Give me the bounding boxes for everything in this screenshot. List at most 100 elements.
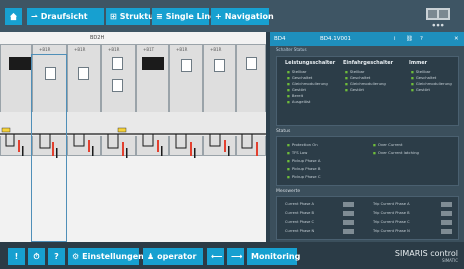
help-button[interactable]: ? [48, 248, 65, 265]
panel-device-name: BD4.1V001 [320, 36, 352, 42]
draufsicht-label: Draufsicht [40, 12, 88, 21]
measurements-block: Current Phase A Current Phase B Current … [276, 196, 459, 240]
measurement-label: Trip Current Phase B [373, 211, 410, 215]
measurement-row: Current Phase A [285, 202, 365, 208]
struktur-button[interactable]: ⊞ Struktur [106, 8, 158, 25]
panel-device-id: BD4 [274, 36, 286, 42]
status-title: Status [276, 129, 291, 134]
alarm-button[interactable]: ! [8, 248, 25, 265]
section-label: +B1R [108, 47, 120, 52]
operator-label: operator [157, 252, 197, 261]
col2-title: Einfahrgeschalter [343, 60, 394, 66]
measurement-value [441, 220, 452, 225]
col3-item: Gleichmodulierung [411, 81, 452, 86]
section-label: +B1T [143, 47, 155, 52]
single-line-label: Single Line [165, 12, 216, 21]
measurement-label: Trip Current Phase N [373, 229, 410, 233]
brand-sub: SIMATIC [441, 258, 458, 263]
measurement-label: Current Phase B [285, 211, 314, 215]
status-item: Protection On [287, 142, 318, 147]
navigation-button[interactable]: + Navigation [211, 8, 274, 25]
draufsicht-button[interactable]: ⇀ Draufsicht [27, 8, 104, 25]
measurement-row: Current Phase N [285, 229, 365, 235]
col1-item: Gestört [287, 87, 306, 92]
help-icon[interactable]: ? [420, 36, 423, 42]
device-detail-panel: BD4 BD4.1V001 i ⛓ ? ✕ Schalter Status Le… [270, 32, 464, 242]
col3-item: Stellbar [411, 69, 431, 74]
measurement-label: Current Phase C [285, 220, 315, 224]
measurement-row: Trip Current Phase C [373, 220, 457, 226]
status-item: Over Current [373, 142, 403, 147]
measurement-label: Trip Current Phase A [373, 202, 410, 206]
arrow-right-icon: ⟶ [231, 252, 243, 261]
link-icon[interactable]: ⛓ [406, 36, 413, 42]
col2-item: Gestört [345, 87, 364, 92]
col1-item: Geschaltet [287, 75, 312, 80]
col1-item: Bereit [287, 93, 303, 98]
col2-item: Gleichmodulierung [345, 81, 386, 86]
measurement-label: Current Phase N [285, 229, 315, 233]
measurement-row: Current Phase C [285, 220, 365, 226]
display-panel [142, 57, 164, 70]
flow-icon: ⇀ [31, 12, 38, 21]
info-icon[interactable]: i [394, 36, 396, 42]
home-button[interactable] [5, 8, 22, 25]
status-item: Pickup Phase C [287, 174, 321, 179]
status-item: Over Current latching [373, 150, 419, 155]
col3-title: Immer [409, 60, 428, 66]
user-icon: ♟ [147, 252, 155, 261]
settings-icon: ⚙ [72, 252, 80, 261]
col2-item: Stellbar [345, 69, 365, 74]
busbar-label: BD2H [90, 35, 105, 41]
breaker-unit [246, 57, 257, 70]
forward-button[interactable]: ⟶ [227, 248, 244, 265]
col1-item: Ausgelöst [287, 99, 311, 104]
switch-status-block: Leistungsschalter Stellbar Geschaltet Gl… [276, 56, 459, 126]
status-item: Pickup Phase B [287, 166, 321, 171]
single-line-button[interactable]: ≡ Single Line [152, 8, 216, 25]
panel-section-title: Schalter Status [276, 47, 307, 52]
col1-item: Stellbar [287, 69, 307, 74]
bottom-toolbar: ! ⏱ ? ⚙ Einstellungen ♟ operator ⟵ ⟶ Monit… [0, 242, 464, 269]
navigation-label: Navigation [224, 12, 274, 21]
measurement-label: Current Phase A [285, 202, 314, 206]
breaker-unit [112, 79, 123, 92]
plus-icon: + [215, 12, 222, 21]
measurement-value [441, 229, 452, 234]
breaker-unit [112, 57, 123, 70]
col3-item: Geschaltet [411, 75, 436, 80]
section-label: +B1R [74, 47, 86, 52]
einstellungen-label: Einstellungen [82, 252, 144, 261]
status-item: Pickup Phase A [287, 158, 321, 163]
status-item: TFS Low [287, 150, 308, 155]
measurement-value [441, 211, 452, 216]
history-button[interactable]: ⏱ [28, 248, 45, 265]
section-label: +B1R [176, 47, 188, 52]
status-block: Protection On TFS Low Pickup Phase A Pic… [276, 136, 459, 186]
home-icon [9, 12, 18, 21]
measurement-label: Trip Current Phase C [373, 220, 410, 224]
measurements-title: Messwerte [276, 189, 301, 194]
monitoring-button[interactable]: Monitoring [247, 248, 300, 265]
measurement-value [343, 202, 354, 207]
measurement-value [441, 202, 452, 207]
selected-section-outline [31, 54, 67, 242]
switchgear-canvas[interactable]: BD2H +B1R +B1R +B1R +B1T +B1R +B1R [0, 32, 266, 242]
brand-logo: SIMARIS control SIMATIC [395, 249, 458, 263]
col2-item: Geschaltet [345, 75, 370, 80]
panel-header: BD4 BD4.1V001 i ⛓ ? ✕ [270, 32, 464, 46]
measurement-row: Current Phase B [285, 211, 365, 217]
close-icon[interactable]: ✕ [454, 36, 459, 42]
arrow-left-icon: ⟵ [211, 252, 223, 261]
svg-text:● ● ●: ● ● ● [432, 23, 443, 27]
back-button[interactable]: ⟵ [207, 248, 224, 265]
measurement-value [343, 229, 354, 234]
measurement-value [343, 211, 354, 216]
operator-button[interactable]: ♟ operator [143, 248, 203, 265]
display-panel [9, 57, 31, 70]
col1-title: Leistungsschalter [285, 60, 336, 66]
einstellungen-button[interactable]: ⚙ Einstellungen [68, 248, 144, 265]
breaker-unit [78, 67, 89, 80]
device-status-icon: ● ● ● [426, 8, 450, 27]
measurement-value [343, 220, 354, 225]
